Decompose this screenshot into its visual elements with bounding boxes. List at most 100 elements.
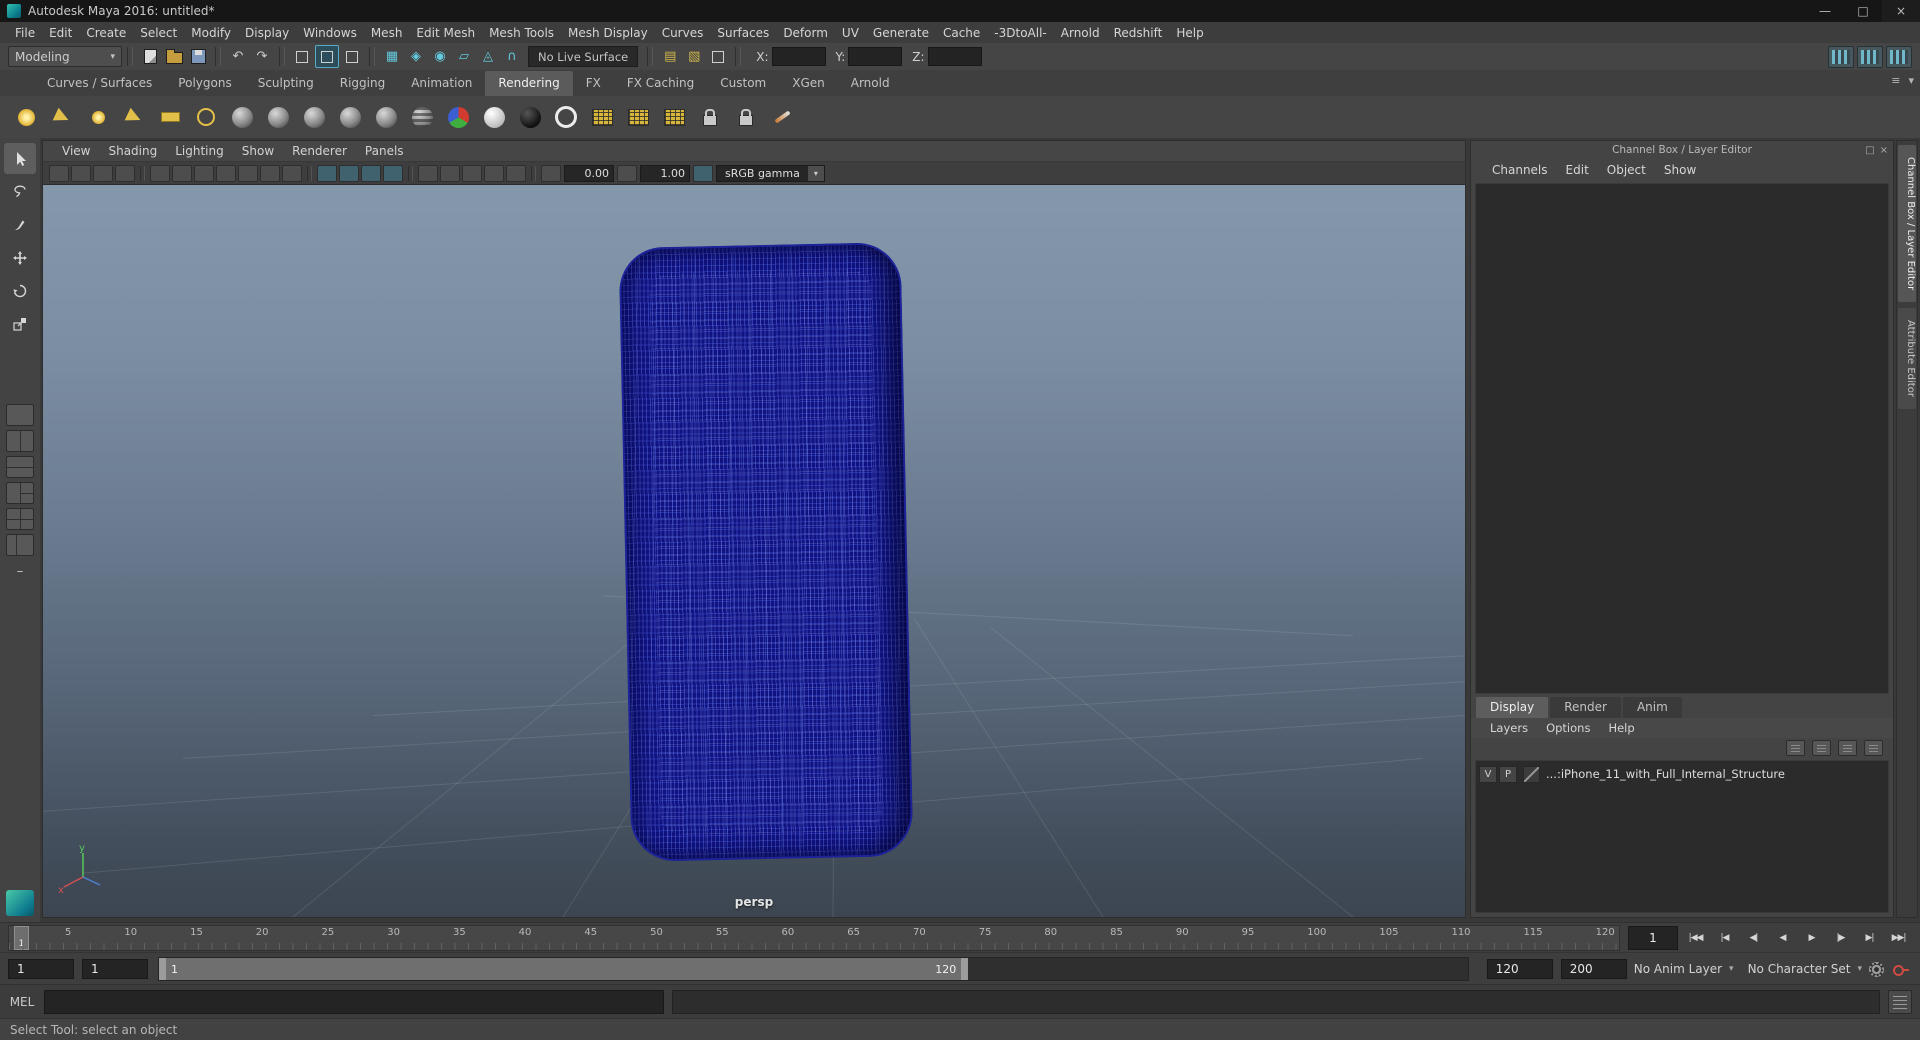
image-plane-icon[interactable] [115, 164, 135, 182]
minimize-button[interactable]: — [1806, 0, 1844, 22]
undo-button[interactable]: ↶ [227, 46, 249, 67]
gamma-field[interactable]: 1.00 [640, 164, 690, 182]
material-sphere-button-3[interactable] [297, 100, 331, 134]
command-language-toggle[interactable]: MEL [0, 995, 44, 1009]
menu-windows[interactable]: Windows [296, 26, 364, 40]
menu-file[interactable]: File [8, 26, 42, 40]
redo-button[interactable]: ↷ [251, 46, 273, 67]
time-slider-track[interactable]: 5 10 15 20 25 30 35 40 45 50 55 60 65 70 75 80 85 90 95 100… [8, 925, 1620, 951]
menu-mesh[interactable]: Mesh [364, 26, 410, 40]
render-globals-button[interactable] [621, 100, 655, 134]
shelf-tab-fx-caching[interactable]: FX Caching [614, 71, 707, 96]
viewport-menu-show[interactable]: Show [233, 144, 283, 158]
layout-single-pane-button[interactable] [6, 404, 34, 426]
layer-menu-layers[interactable]: Layers [1481, 721, 1537, 735]
ambient-light-button[interactable] [9, 100, 43, 134]
menu-3dtoall[interactable]: -3DtoAll- [987, 26, 1053, 40]
step-forward-key-button[interactable]: |▶ [1827, 927, 1854, 949]
layer-row[interactable]: V P ...:iPhone_11_with_Full_Internal_Str… [1476, 764, 1888, 784]
menu-set-select[interactable]: Modeling ▾ [8, 46, 122, 67]
black-shader-button[interactable] [513, 100, 547, 134]
create-empty-layer-icon[interactable] [1838, 740, 1857, 756]
shelf-tab-arnold[interactable]: Arnold [838, 71, 903, 96]
layer-tab-anim[interactable]: Anim [1622, 697, 1682, 718]
shelf-menu-icon[interactable]: ≡ [1891, 74, 1900, 1036]
paint-select-tool-button[interactable] [4, 209, 36, 240]
separator[interactable] [127, 47, 133, 66]
menu-edit[interactable]: Edit [42, 26, 79, 40]
motion-blur-icon[interactable] [462, 164, 482, 182]
menu-uv[interactable]: UV [835, 26, 866, 40]
playback-end-field[interactable]: 120 [1486, 959, 1553, 979]
layout-three-pane-button[interactable] [6, 482, 34, 504]
output-connections-button[interactable]: ▧ [683, 46, 705, 67]
batch-render-button[interactable] [657, 100, 691, 134]
new-scene-button[interactable] [139, 46, 161, 67]
command-input[interactable] [44, 990, 664, 1014]
current-time-marker[interactable]: 1 [14, 926, 29, 950]
channel-menu-edit[interactable]: Edit [1557, 163, 1598, 177]
render-settings-button[interactable] [1886, 45, 1912, 68]
current-frame-field[interactable]: 1 [1628, 926, 1678, 950]
scale-tool-button[interactable] [4, 308, 36, 339]
move-layer-down-icon[interactable] [1812, 740, 1831, 756]
lock-camera-icon[interactable] [71, 164, 91, 182]
lock-button[interactable] [693, 100, 727, 134]
layout-collapse-button[interactable]: – [17, 564, 24, 579]
step-forward-frame-button[interactable]: ▶| [1856, 927, 1883, 949]
layer-name[interactable]: ...:iPhone_11_with_Full_Internal_Structu… [1546, 767, 1785, 781]
occlusion-icon[interactable] [440, 164, 460, 182]
film-gate-icon[interactable] [172, 164, 192, 182]
input-connections-button[interactable]: ▤ [659, 46, 681, 67]
step-back-frame-button[interactable]: |◀ [1711, 927, 1738, 949]
x-coordinate-input[interactable] [771, 47, 826, 66]
ramp-shader-button[interactable] [405, 100, 439, 134]
material-sphere-button-5[interactable] [369, 100, 403, 134]
layer-visibility-toggle[interactable]: V [1479, 765, 1497, 783]
lighting-icon[interactable] [383, 164, 403, 182]
layout-outliner-persp-button[interactable] [6, 534, 34, 556]
close-panel-icon[interactable]: × [1880, 145, 1888, 156]
channel-box-content[interactable] [1475, 183, 1889, 694]
snap-to-view-button[interactable]: ◬ [477, 46, 499, 67]
shelf-tab-sculpting[interactable]: Sculpting [245, 71, 327, 96]
point-light-button[interactable] [81, 100, 115, 134]
color-management-icon[interactable] [693, 164, 713, 182]
unlock-button[interactable] [729, 100, 763, 134]
z-coordinate-input[interactable] [927, 47, 982, 66]
separator[interactable] [215, 47, 221, 66]
isolate-select-icon[interactable] [506, 164, 526, 182]
snap-to-curve-button[interactable]: ◈ [405, 46, 427, 67]
viewport-menu-panels[interactable]: Panels [356, 144, 413, 158]
snap-to-grid-button[interactable]: ▦ [381, 46, 403, 67]
select-object-button[interactable] [315, 45, 339, 68]
area-light-button[interactable] [153, 100, 187, 134]
layer-menu-help[interactable]: Help [1599, 721, 1643, 735]
step-back-key-button[interactable]: ◀| [1740, 927, 1767, 949]
make-live-button[interactable]: ∩ [501, 46, 523, 67]
menu-deform[interactable]: Deform [776, 26, 835, 40]
shelf-tab-animation[interactable]: Animation [398, 71, 485, 96]
maximize-button[interactable]: □ [1844, 0, 1882, 22]
animation-preferences-icon[interactable] [1869, 961, 1884, 977]
anim-layer-select[interactable]: No Anim Layer ▾ [1627, 958, 1741, 980]
snap-to-point-button[interactable]: ◉ [429, 46, 451, 67]
paint-effects-button[interactable] [765, 100, 799, 134]
view-transform-select[interactable]: sRGB gamma ▾ [716, 164, 825, 182]
go-to-start-button[interactable]: |◀◀ [1682, 927, 1709, 949]
layout-two-pane-stacked-button[interactable] [6, 456, 34, 478]
safe-action-icon[interactable] [260, 164, 280, 182]
playback-start-field[interactable]: 1 [82, 959, 148, 979]
select-component-button[interactable] [341, 46, 363, 67]
color-wheel-button[interactable] [441, 100, 475, 134]
shelf-tab-curves-surfaces[interactable]: Curves / Surfaces [34, 71, 165, 96]
animation-start-field[interactable]: 1 [8, 959, 74, 979]
rotate-tool-button[interactable] [4, 275, 36, 306]
layer-tab-display[interactable]: Display [1476, 697, 1549, 718]
move-tool-button[interactable] [4, 242, 36, 273]
resolution-gate-icon[interactable] [194, 164, 214, 182]
menu-display[interactable]: Display [238, 26, 296, 40]
material-sphere-button-2[interactable] [261, 100, 295, 134]
separator[interactable] [369, 47, 375, 66]
select-hierarchy-button[interactable] [291, 46, 313, 67]
